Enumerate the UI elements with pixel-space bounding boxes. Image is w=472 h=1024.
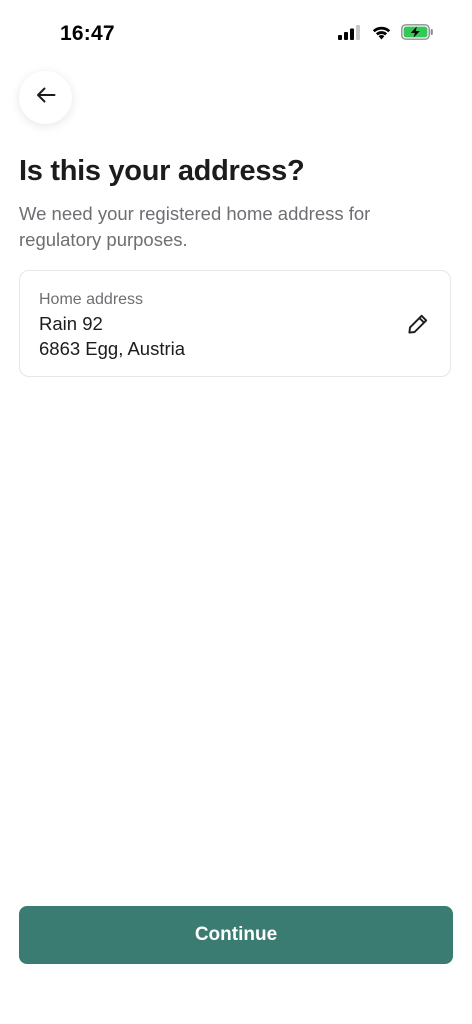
- address-street: Rain 92: [39, 313, 103, 334]
- status-icons: [338, 24, 434, 40]
- address-confirmation-screen: 16:47 Is this your address? We need your…: [0, 0, 472, 1024]
- home-address-card[interactable]: Home address Rain 92 6863 Egg, Austria: [19, 270, 451, 377]
- wifi-icon: [371, 25, 392, 40]
- pencil-icon[interactable]: [406, 312, 430, 336]
- battery-charging-icon: [401, 24, 434, 40]
- back-button[interactable]: [19, 71, 72, 124]
- cellular-signal-icon: [338, 24, 362, 40]
- page-title: Is this your address?: [19, 155, 305, 187]
- address-label: Home address: [39, 291, 144, 308]
- address-city-country: 6863 Egg, Austria: [39, 338, 186, 359]
- continue-button[interactable]: Continue: [19, 906, 453, 964]
- arrow-left-icon: [34, 83, 58, 112]
- status-time: 16:47: [60, 22, 115, 45]
- page-subtitle: We need your registered home address for…: [19, 203, 371, 250]
- status-bar: 16:47: [0, 0, 472, 70]
